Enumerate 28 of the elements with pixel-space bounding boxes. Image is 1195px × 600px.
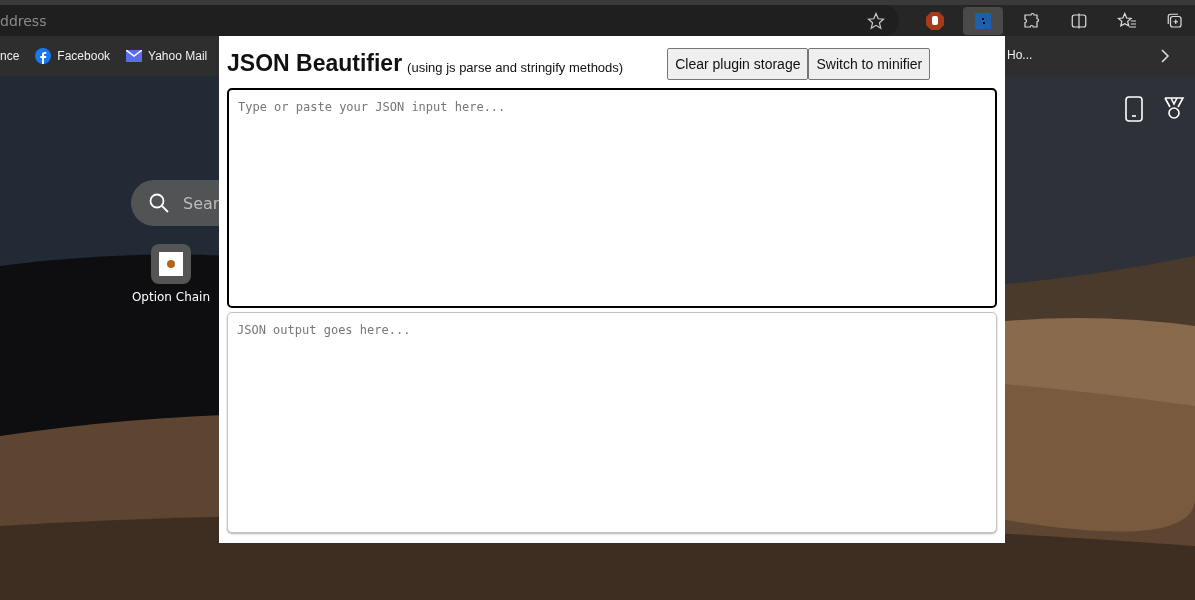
shortcut-tile[interactable] bbox=[151, 244, 191, 284]
shortcut-label: Option Chain bbox=[131, 290, 211, 304]
search-placeholder: Sear bbox=[183, 193, 220, 213]
json-input-field[interactable]: Type or paste your JSON input here... bbox=[227, 87, 997, 308]
bookmark[interactable]: Ho... bbox=[1007, 48, 1033, 62]
extension-icon bbox=[975, 12, 991, 29]
phone-icon[interactable] bbox=[1125, 96, 1143, 122]
bookmark[interactable]: nce bbox=[0, 49, 20, 63]
mail-icon bbox=[126, 50, 143, 62]
chevron-right-icon[interactable] bbox=[1160, 49, 1170, 63]
popup-button[interactable]: Switch to minifier bbox=[808, 47, 931, 80]
address-bar[interactable]: ddress bbox=[0, 5, 899, 36]
bookmark[interactable]: Facebook bbox=[35, 48, 111, 64]
coin-icon bbox=[159, 252, 183, 276]
puzzle-icon[interactable] bbox=[1022, 11, 1040, 30]
search-icon bbox=[149, 193, 169, 213]
facebook-icon bbox=[35, 48, 52, 64]
medal-icon[interactable] bbox=[1163, 96, 1185, 120]
json-output-field[interactable]: JSON output goes here... bbox=[227, 311, 997, 533]
split-screen-icon[interactable] bbox=[1070, 11, 1088, 30]
address-text: ddress bbox=[0, 12, 47, 29]
bookmark[interactable]: Yahoo Mail bbox=[126, 49, 208, 63]
popup-button[interactable]: Clear plugin storage bbox=[667, 47, 809, 80]
favorites-icon[interactable] bbox=[1117, 11, 1137, 30]
popup-subtitle: (using js parse and stringify methods) bbox=[407, 60, 624, 76]
star-icon[interactable] bbox=[867, 11, 885, 30]
collections-icon[interactable] bbox=[1166, 11, 1184, 30]
popup-title: JSON Beautifier bbox=[227, 50, 403, 78]
